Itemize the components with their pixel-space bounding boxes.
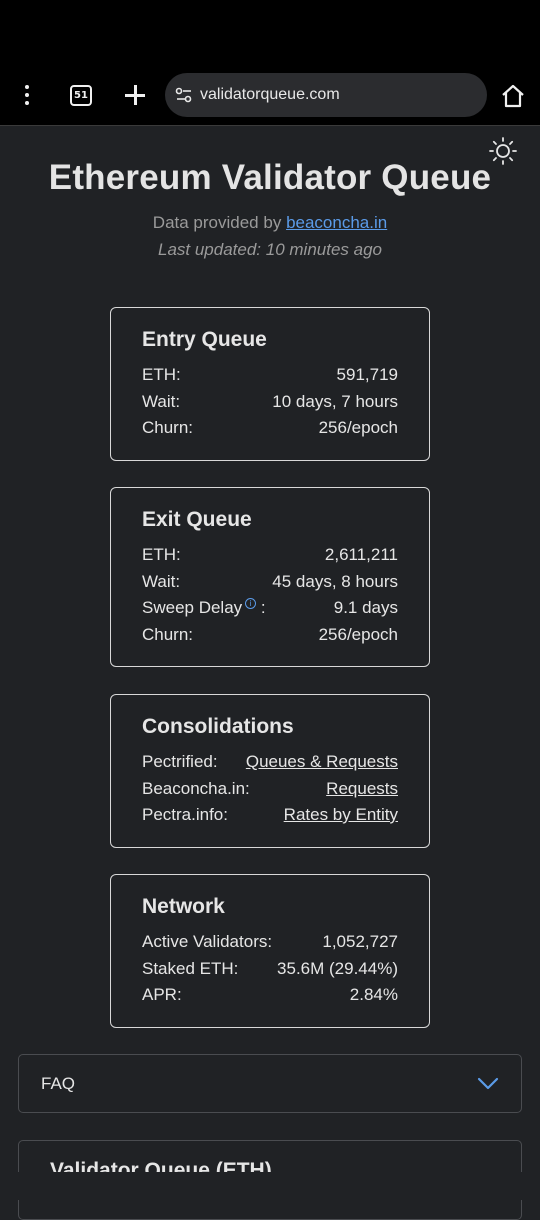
row-value: 256/epoch bbox=[318, 625, 398, 644]
beaconchain-row: Beaconcha.in: Requests bbox=[142, 779, 398, 801]
sweep-delay-label: Sweep Delay bbox=[142, 598, 243, 617]
row-value: 1,052,727 bbox=[322, 932, 398, 951]
card-title: Consolidations bbox=[142, 715, 294, 738]
row-value: 2,611,211 bbox=[324, 545, 398, 564]
row-label: Pectrified: bbox=[142, 752, 218, 771]
row-label: Staked ETH: bbox=[142, 959, 239, 978]
exit-sweep-delay-row: Sweep Delay i : 9.1 days bbox=[142, 598, 398, 620]
card-title: Exit Queue bbox=[142, 508, 252, 531]
site-settings-icon[interactable] bbox=[175, 86, 193, 104]
entry-churn-row: Churn: 256/epoch bbox=[142, 418, 398, 440]
row-label: Churn: bbox=[142, 625, 194, 644]
queues-requests-link[interactable]: Queues & Requests bbox=[246, 752, 398, 772]
home-icon[interactable] bbox=[500, 83, 526, 109]
row-value: 9.1 days bbox=[333, 598, 398, 617]
row-label: ETH: bbox=[142, 365, 181, 384]
row-value: 35.6M (29.44%) bbox=[277, 959, 398, 978]
more-vert-icon[interactable] bbox=[14, 82, 40, 108]
new-tab-icon[interactable] bbox=[124, 84, 146, 106]
row-label: Beaconcha.in: bbox=[142, 779, 250, 798]
beaconcha-link[interactable]: beaconcha.in bbox=[286, 213, 387, 232]
network-card: Network Active Validators: 1,052,727 Sta… bbox=[110, 874, 430, 1028]
row-value: 10 days, 7 hours bbox=[272, 392, 398, 411]
exit-churn-row: Churn: 256/epoch bbox=[142, 625, 398, 647]
last-updated: Last updated: 10 minutes ago bbox=[158, 240, 382, 259]
chevron-down-icon bbox=[477, 1077, 499, 1090]
info-icon[interactable]: i bbox=[245, 598, 257, 609]
status-bar bbox=[0, 0, 540, 64]
consolidations-card: Consolidations Pectrified: Queues & Requ… bbox=[110, 694, 430, 848]
exit-wait-row: Wait: 45 days, 8 hours bbox=[142, 572, 398, 594]
pectrified-row: Pectrified: Queues & Requests bbox=[142, 752, 398, 774]
faq-accordion[interactable]: FAQ bbox=[18, 1054, 522, 1113]
sweep-delay-colon: : bbox=[260, 598, 266, 617]
row-value: 2.84% bbox=[349, 985, 398, 1004]
row-value: 45 days, 8 hours bbox=[272, 572, 398, 591]
browser-toolbar: 51 validatorqueue.com bbox=[0, 64, 540, 126]
exit-eth-row: ETH: 2,611,211 bbox=[142, 545, 398, 567]
row-label: APR: bbox=[142, 985, 182, 1004]
card-title: Network bbox=[142, 895, 225, 918]
tab-switcher-button[interactable]: 51 bbox=[70, 85, 92, 106]
row-value: 256/epoch bbox=[318, 418, 398, 437]
page-title: Ethereum Validator Queue bbox=[48, 158, 492, 197]
row-value: 591,719 bbox=[336, 365, 398, 384]
apr-row: APR: 2.84% bbox=[142, 985, 398, 1007]
row-label: Active Validators: bbox=[142, 932, 273, 951]
active-validators-row: Active Validators: 1,052,727 bbox=[142, 932, 398, 954]
row-label: Wait: bbox=[142, 392, 181, 411]
row-label: Pectra.info: bbox=[142, 805, 228, 824]
row-label: Sweep Delay i : bbox=[142, 598, 266, 618]
card-title: Entry Queue bbox=[142, 328, 267, 351]
bottom-edge bbox=[0, 1172, 540, 1200]
data-credit: Data provided by beaconcha.in bbox=[0, 213, 540, 233]
credit-prefix: Data provided by bbox=[152, 213, 282, 232]
exit-queue-card: Exit Queue ETH: 2,611,211 Wait: 45 days,… bbox=[110, 487, 430, 667]
row-label: ETH: bbox=[142, 545, 181, 564]
row-label: Wait: bbox=[142, 572, 181, 591]
address-bar[interactable]: validatorqueue.com bbox=[165, 73, 487, 117]
entry-eth-row: ETH: 591,719 bbox=[142, 365, 398, 387]
pectra-info-row: Pectra.info: Rates by Entity bbox=[142, 805, 398, 827]
entry-wait-row: Wait: 10 days, 7 hours bbox=[142, 392, 398, 414]
faq-label: FAQ bbox=[41, 1074, 76, 1093]
staked-eth-row: Staked ETH: 35.6M (29.44%) bbox=[142, 959, 398, 981]
rates-by-entity-link[interactable]: Rates by Entity bbox=[284, 805, 398, 825]
requests-link[interactable]: Requests bbox=[326, 779, 398, 799]
row-label: Churn: bbox=[142, 418, 194, 437]
entry-queue-card: Entry Queue ETH: 591,719 Wait: 10 days, … bbox=[110, 307, 430, 461]
url-text: validatorqueue.com bbox=[200, 86, 340, 103]
